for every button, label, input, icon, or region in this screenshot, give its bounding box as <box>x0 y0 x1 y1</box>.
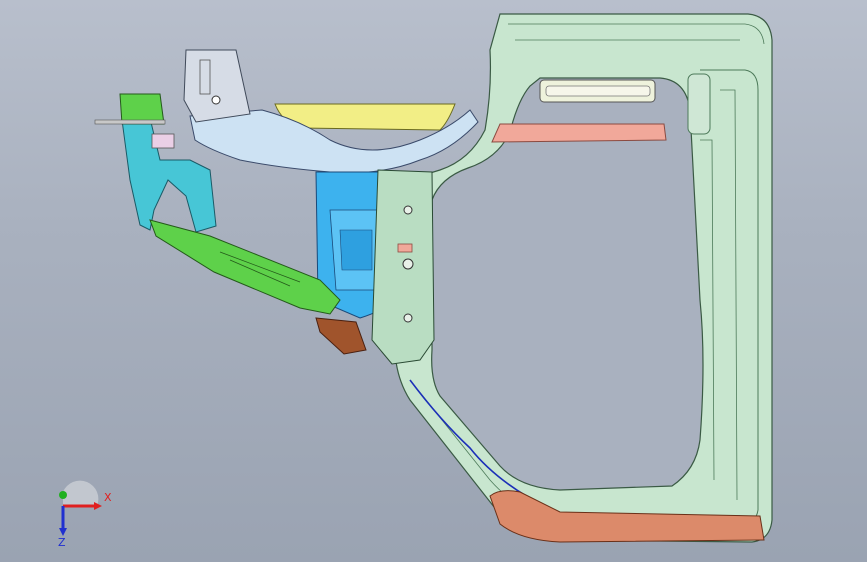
cad-viewport[interactable]: X Z <box>0 0 867 562</box>
y-axis-icon <box>59 491 67 499</box>
bolt-hole-icon <box>403 313 413 323</box>
coordinate-triad: X Z <box>58 480 112 548</box>
triad-plane-icon <box>63 480 99 506</box>
bolt-hole-icon <box>403 205 413 215</box>
z-arrow-icon <box>59 528 67 536</box>
x-arrow-icon <box>94 502 102 510</box>
bolt-hole-icon <box>402 258 414 270</box>
car-door-frame-model[interactable] <box>0 0 867 562</box>
salmon-rail[interactable] <box>491 123 667 143</box>
green-top-bracket[interactable] <box>119 93 165 125</box>
x-axis-label: X <box>104 491 112 504</box>
hinge-bracket[interactable] <box>183 49 251 123</box>
z-axis-label: Z <box>58 536 66 548</box>
bolt-hole-icon <box>211 95 221 105</box>
brown-bracket[interactable] <box>315 317 367 355</box>
green-lower-member[interactable] <box>149 219 341 315</box>
rod <box>94 119 166 125</box>
b-pillar-inner[interactable] <box>371 169 435 365</box>
pink-clip[interactable] <box>151 133 175 149</box>
